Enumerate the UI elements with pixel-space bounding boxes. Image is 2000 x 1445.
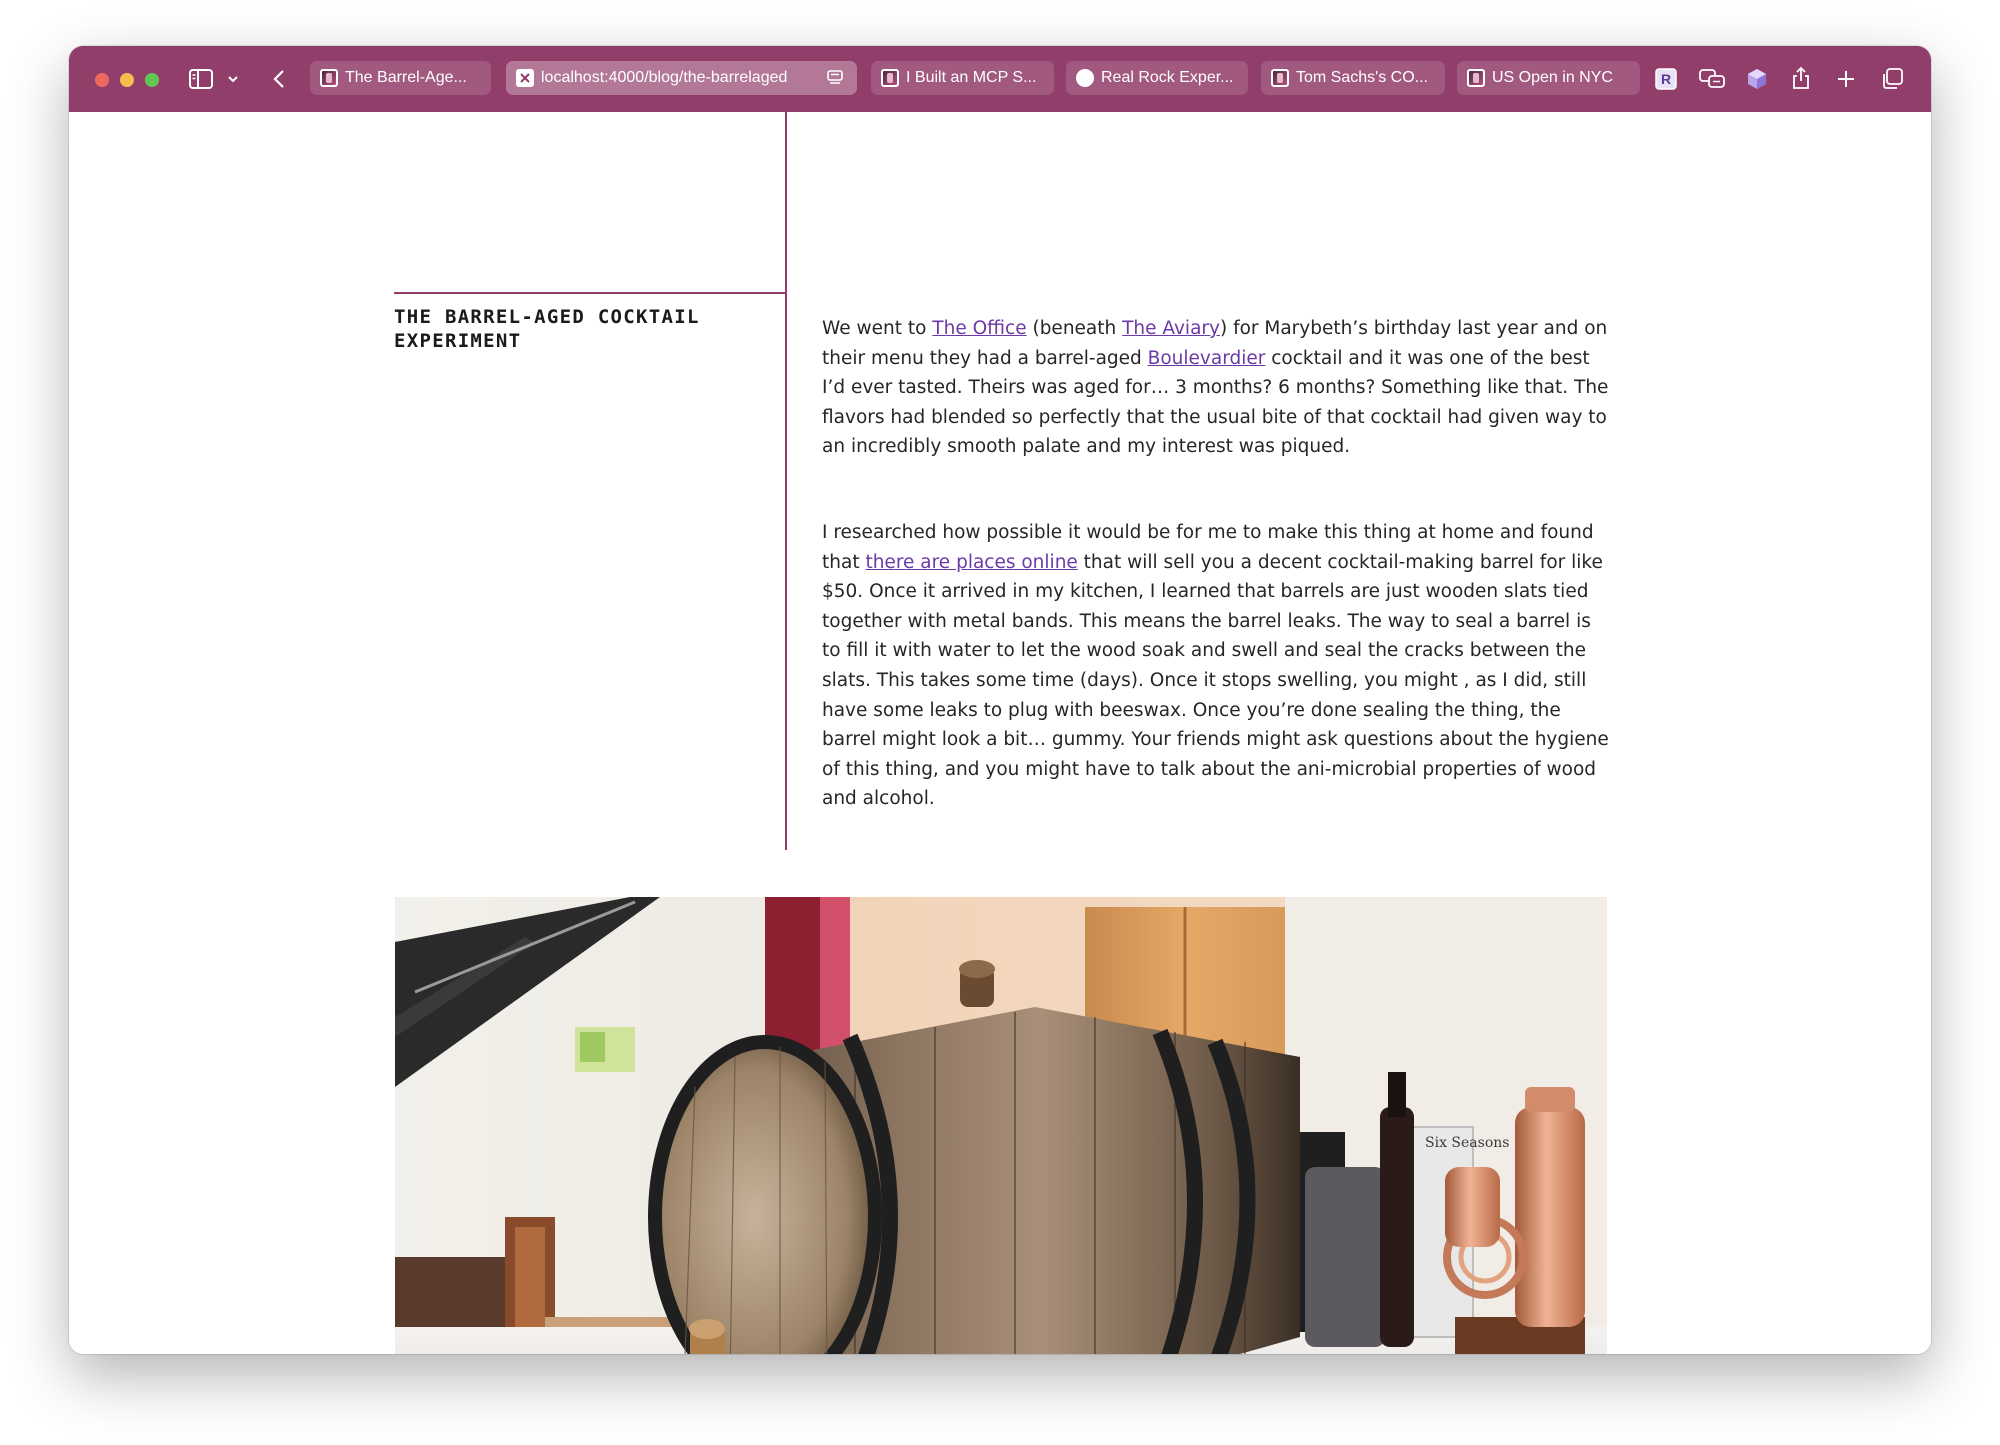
paragraph-text: We went to	[822, 318, 933, 339]
page-content: THE BARREL-AGED COCKTAIL EXPERIMENT We w…	[69, 112, 1931, 1354]
vertical-divider	[785, 112, 787, 850]
barrel-photo-illustration: Six Seasons	[395, 897, 1607, 1354]
paragraph-2: I researched how possible it would be fo…	[822, 518, 1612, 814]
site-favicon-icon	[1271, 69, 1289, 87]
tab-active-localhost[interactable]: localhost:4000/blog/the-barrelaged	[506, 61, 857, 95]
link-the-office[interactable]: The Office	[932, 318, 1026, 339]
zoom-window-button[interactable]	[145, 73, 159, 87]
paragraph-1: We went to The Office (beneath The Aviar…	[822, 314, 1612, 462]
tab-url: localhost:4000/blog/the-barrelaged	[541, 69, 788, 86]
tab-mcp[interactable]: I Built an MCP S...	[871, 61, 1054, 95]
share-icon[interactable]	[1789, 64, 1813, 92]
new-tab-icon[interactable]	[1834, 66, 1858, 92]
minimize-window-button[interactable]	[120, 73, 134, 87]
article-title: THE BARREL-AGED COCKTAIL EXPERIMENT	[394, 306, 700, 352]
tab-title: I Built an MCP S...	[906, 69, 1037, 86]
close-window-button[interactable]	[95, 73, 109, 87]
tab-tom-sachs[interactable]: Tom Sachs's CO...	[1261, 61, 1445, 95]
site-favicon-icon	[881, 69, 899, 87]
r-extension-icon[interactable]: R	[1653, 66, 1679, 92]
browser-window: The Barrel-Age... localhost:4000/blog/th…	[69, 46, 1931, 1354]
tab-us-open[interactable]: US Open in NYC	[1457, 61, 1640, 95]
tab-overview-icon[interactable]	[1879, 66, 1905, 92]
browser-toolbar: The Barrel-Age... localhost:4000/blog/th…	[69, 46, 1931, 112]
chevron-down-icon[interactable]	[225, 70, 241, 88]
back-icon[interactable]	[269, 66, 289, 92]
site-favicon-icon	[320, 69, 338, 87]
link-places-online[interactable]: there are places online	[865, 552, 1077, 573]
tab-barrel-aged[interactable]: The Barrel-Age...	[310, 61, 491, 95]
link-the-aviary[interactable]: The Aviary	[1122, 318, 1220, 339]
barrel-photo: Six Seasons	[395, 897, 1607, 1354]
sidebar-icon[interactable]	[187, 66, 215, 92]
article-body: We went to The Office (beneath The Aviar…	[822, 314, 1612, 870]
paragraph-text: (beneath	[1026, 318, 1123, 339]
title-rule	[394, 292, 785, 294]
svg-text:R: R	[1661, 71, 1671, 87]
close-tab-icon[interactable]	[516, 69, 534, 87]
link-boulevardier[interactable]: Boulevardier	[1148, 348, 1266, 369]
tab-title: Real Rock Exper...	[1101, 69, 1234, 86]
book-spine-text: Six Seasons	[1425, 1135, 1509, 1151]
tab-title: Tom Sachs's CO...	[1296, 69, 1428, 86]
reader-icon[interactable]	[825, 68, 847, 88]
translate-icon[interactable]	[1698, 66, 1726, 92]
dot-favicon-icon	[1076, 69, 1094, 87]
site-favicon-icon	[1467, 69, 1485, 87]
cube-extension-icon[interactable]	[1744, 66, 1770, 92]
tab-title: US Open in NYC	[1492, 69, 1613, 86]
paragraph-text: that will sell you a decent cocktail-mak…	[822, 551, 1609, 810]
tab-real-rock[interactable]: Real Rock Exper...	[1066, 61, 1248, 95]
tab-title: The Barrel-Age...	[345, 69, 467, 86]
